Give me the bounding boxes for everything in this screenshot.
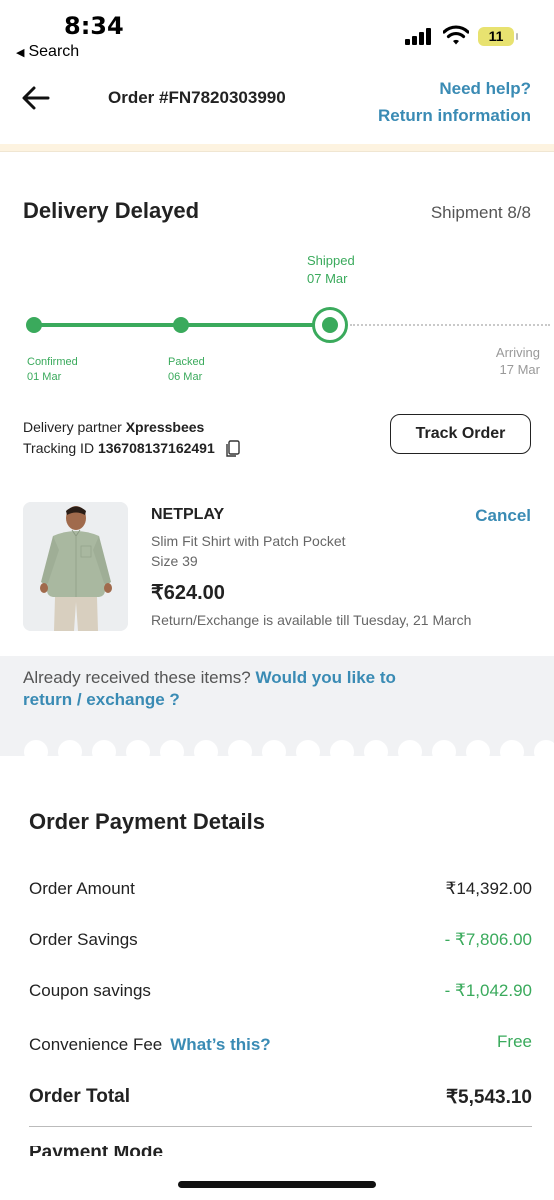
scallop-circle [398, 740, 422, 756]
whats-this-link[interactable]: What’s this? [170, 1035, 270, 1054]
shipped-label: Shipped [307, 253, 355, 268]
convenience-fee-label-group: Convenience Fee What’s this? [29, 1035, 271, 1055]
scallop-circle [160, 740, 184, 756]
scallop-circle [534, 740, 554, 756]
back-arrow-icon[interactable] [20, 82, 52, 114]
tracking-id: 136708137162491 [97, 440, 215, 456]
packed-date: 06 Mar [168, 371, 203, 383]
return-information-link[interactable]: Return information [378, 106, 531, 126]
product-price: ₹624.00 [151, 582, 225, 604]
coupon-savings-label: Coupon savings [29, 981, 151, 1000]
coupon-savings-value: - ₹1,042.90 [444, 981, 532, 1000]
scallop-circle [194, 740, 218, 756]
payment-row-order-savings: Order Savings - ₹7,806.00 [29, 930, 532, 954]
arriving-label: Arriving [495, 345, 540, 360]
next-section-heading-clipped: Payment Mode [29, 1146, 532, 1156]
partner-label: Delivery partner [23, 419, 122, 435]
scallop-circle [296, 740, 320, 756]
home-indicator[interactable] [178, 1181, 376, 1188]
timeline-node-shipped [312, 307, 348, 343]
shirt-model-illustration [23, 502, 128, 631]
delivery-status-title: Delivery Delayed [23, 198, 200, 223]
timeline-step-packed: Packed 06 Mar [168, 355, 205, 385]
product-image[interactable] [23, 502, 128, 631]
next-section-heading: Payment Mode [29, 1146, 163, 1156]
order-amount-label: Order Amount [29, 879, 135, 898]
tracking-label: Tracking ID [23, 440, 95, 456]
timeline-step-confirmed: Confirmed 01 Mar [27, 355, 78, 385]
convenience-fee-value: Free [497, 1032, 532, 1051]
shipment-count: Shipment 8/8 [430, 203, 531, 222]
timeline-node-packed [173, 317, 189, 333]
scallop-circle [500, 740, 524, 756]
order-id-title: Order #FN7820303990 [108, 88, 286, 107]
received-question: Already received these items? [23, 668, 251, 687]
signal-icon [405, 27, 433, 45]
arriving-date: 17 Mar [499, 362, 540, 377]
back-to-search[interactable]: ◀ Search [16, 43, 79, 61]
timeline-step-arriving: Arriving 17 Mar [496, 344, 540, 378]
confirmed-label: Confirmed [27, 356, 78, 368]
timeline-step-shipped: Shipped 07 Mar [307, 252, 355, 288]
battery-indicator: 11 [478, 27, 518, 46]
payment-row-order-amount: Order Amount ₹14,392.00 [29, 879, 532, 903]
product-size: Size 39 [151, 553, 198, 569]
order-savings-label: Order Savings [29, 930, 138, 949]
product-name: Slim Fit Shirt with Patch Pocket [151, 533, 346, 549]
scallop-circle [432, 740, 456, 756]
track-order-button[interactable]: Track Order [390, 414, 531, 454]
notice-strip [0, 144, 554, 152]
order-amount-value: ₹14,392.00 [445, 879, 532, 898]
scallop-circle [330, 740, 354, 756]
payment-row-order-total: Order Total ₹5,543.10 [29, 1086, 532, 1110]
delivery-partner-info: Delivery partner Xpressbees Tracking ID … [23, 417, 241, 459]
shipped-date: 07 Mar [307, 271, 348, 286]
convenience-fee-label: Convenience Fee [29, 1035, 163, 1054]
scallop-circle [24, 740, 48, 756]
order-savings-value: - ₹7,806.00 [444, 930, 532, 949]
packed-label: Packed [168, 356, 205, 368]
wifi-icon [443, 25, 469, 45]
order-total-value: ₹5,543.10 [445, 1087, 532, 1108]
product-brand: NETPLAY [151, 506, 225, 523]
timeline-pending-line [350, 324, 550, 326]
scallop-circle [262, 740, 286, 756]
status-bar: 8:34 ◀ Search 11 [0, 0, 554, 70]
scallop-circle [58, 740, 82, 756]
back-triangle-icon: ◀ [16, 47, 25, 59]
payment-row-convenience-fee: Convenience Fee What’s this? Free [29, 1032, 532, 1059]
payment-divider [29, 1126, 532, 1127]
scallop-circle [126, 740, 150, 756]
scallop-circle [364, 740, 388, 756]
payment-row-coupon-savings: Coupon savings - ₹1,042.90 [29, 981, 532, 1005]
cancel-item-link[interactable]: Cancel [475, 506, 531, 526]
need-help-link[interactable]: Need help? [439, 79, 531, 99]
confirmed-date: 01 Mar [27, 371, 62, 383]
scallop-circle [92, 740, 116, 756]
partner-name: Xpressbees [125, 419, 205, 435]
scallop-circle [466, 740, 490, 756]
scallop-circle [228, 740, 252, 756]
return-window-note: Return/Exchange is available till Tuesda… [151, 612, 472, 628]
scallop-row [0, 740, 554, 756]
timeline-node-confirmed [26, 317, 42, 333]
order-header: Order #FN7820303990 Need help? Return in… [0, 70, 554, 146]
status-time: 8:34 [64, 12, 124, 40]
return-exchange-prompt: Already received these items? Would you … [23, 667, 443, 711]
payment-section-title: Order Payment Details [29, 809, 265, 834]
order-total-label: Order Total [29, 1086, 130, 1107]
copy-icon[interactable] [225, 440, 241, 458]
delivery-timeline: Shipped 07 Mar Confirmed 01 Mar Packed 0… [0, 245, 554, 390]
scalloped-divider [0, 720, 554, 756]
back-app-label: Search [28, 43, 80, 60]
